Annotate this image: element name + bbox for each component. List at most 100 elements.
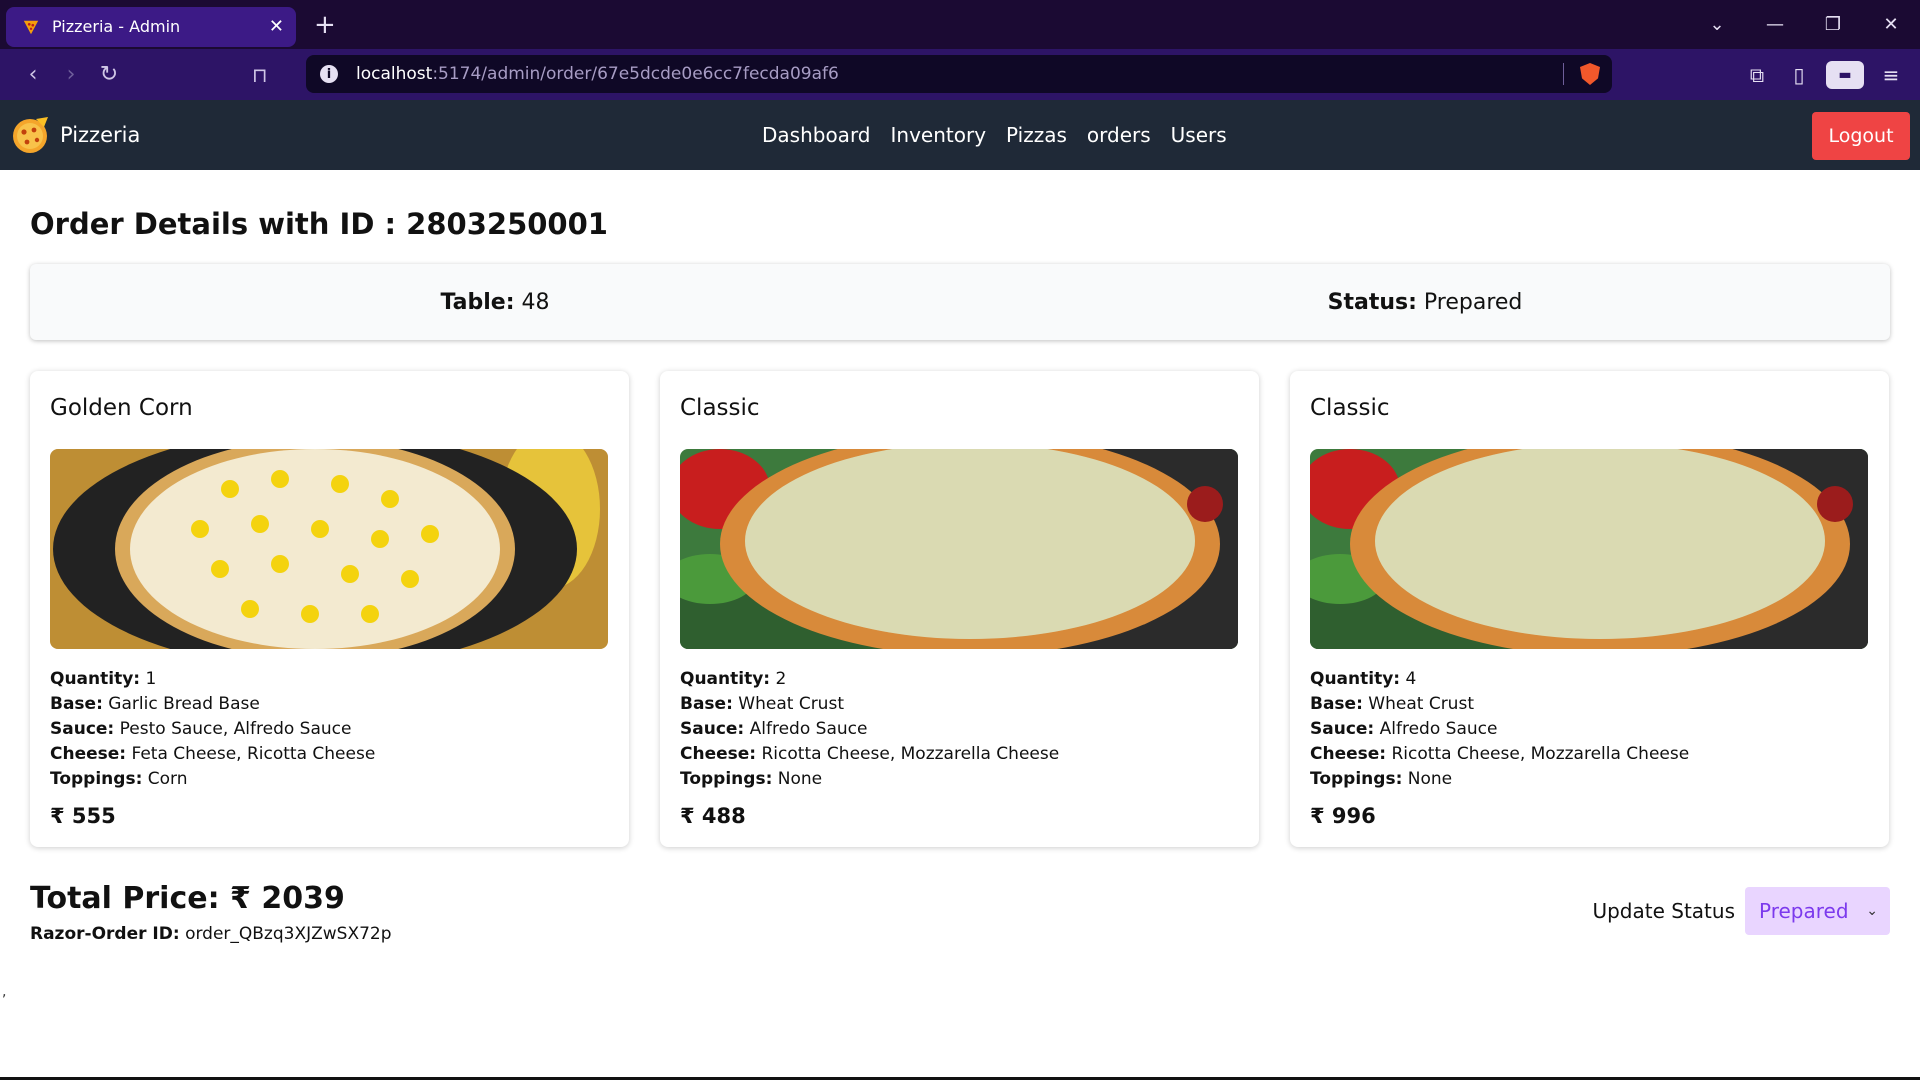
logout-button[interactable]: Logout [1812,112,1910,160]
toolbar-right: ⧉ ▯ ▬ ≡ [1742,49,1906,100]
status-value: Prepared [1423,289,1523,315]
new-tab-icon[interactable]: + [314,12,336,38]
table-info: Table: 48 [30,290,960,315]
address-bar[interactable]: i localhost:5174/admin/order/67e5dcde0e6… [306,55,1612,93]
sauce-row: Sauce: Pesto Sauce, Alfredo Sauce [50,717,609,742]
main-content: Order Details with ID : 2803250001 Table… [0,204,1920,1001]
quantity-value: 2 [775,669,787,689]
base-row: Base: Wheat Crust [1310,692,1869,717]
forward-icon[interactable]: › [52,62,90,87]
pizza-logo-icon [13,117,48,153]
status-selected-value: Prepared [1759,899,1849,923]
quantity-row: Quantity: 4 [1310,667,1869,692]
cheese-row: Cheese: Feta Cheese, Ricotta Cheese [50,742,609,767]
update-status-label: Update Status [1592,899,1735,923]
cheese-label: Cheese: [50,744,127,764]
tab-search-icon[interactable]: ⌄ [1688,14,1746,35]
url-host: localhost [356,64,433,84]
quantity-row: Quantity: 1 [50,667,609,692]
site-info-icon[interactable]: i [320,65,338,83]
tab-title: Pizzeria - Admin [52,17,181,36]
bookmark-icon[interactable]: ⊓ [252,63,282,87]
pizza-name: Classic [1310,395,1390,421]
toppings-row: Toppings: None [680,767,1239,792]
update-status: Update Status Prepared ⌄ [1592,887,1890,935]
menu-icon[interactable]: ≡ [1876,63,1906,87]
nav-link-inventory[interactable]: Inventory [891,123,987,147]
status-select[interactable]: Prepared ⌄ [1745,887,1890,935]
extensions-icon[interactable]: ⧉ [1742,63,1772,87]
item-price: ₹ 996 [1310,804,1376,828]
pizza-favicon-icon [23,20,39,34]
pizza-card: Classic Quantity: 2 Base: Wheat Crust Sa… [660,371,1259,847]
base-row: Base: Wheat Crust [680,692,1239,717]
order-summary: Table: 48 Status: Prepared [30,264,1890,340]
sauce-value: Alfredo Sauce [1379,719,1498,739]
pizza-card: Golden Corn Quantity: 1 Base: Garlic Bre… [30,371,629,847]
toppings-label: Toppings: [50,769,143,789]
url-path: :5174/admin/order/67e5dcde0e6cc7fecda09a… [432,64,839,84]
pizza-card: Classic Quantity: 4 Base: Wheat Crust Sa… [1290,371,1889,847]
restore-icon[interactable]: ❐ [1804,14,1862,35]
toppings-value: None [777,769,823,789]
cheese-label: Cheese: [1310,744,1387,764]
razor-value: order_QBzq3XJZwSX72p [185,924,392,944]
cheese-value: Ricotta Cheese, Mozzarella Cheese [761,744,1060,764]
base-value: Wheat Crust [1368,694,1474,714]
pizza-name: Golden Corn [50,395,193,421]
nav-links: Dashboard Inventory Pizzas orders Users [762,100,1227,170]
quantity-label: Quantity: [50,669,141,689]
divider [1563,63,1564,85]
brave-shield-icon[interactable] [1580,63,1600,85]
minimize-icon[interactable]: — [1746,14,1804,35]
browser-tab-bar: Pizzeria - Admin ✕ + ⌄ — ❐ ✕ [0,0,1920,49]
cheese-value: Feta Cheese, Ricotta Cheese [131,744,376,764]
stray-mark: , [2,984,7,1000]
base-label: Base: [50,694,103,714]
sauce-label: Sauce: [1310,719,1375,739]
item-price: ₹ 555 [50,804,116,828]
pizza-image [50,449,608,649]
pizza-details: Quantity: 4 Base: Wheat Crust Sauce: Alf… [1310,667,1869,792]
base-row: Base: Garlic Bread Base [50,692,609,717]
pizza-name: Classic [680,395,760,421]
sauce-row: Sauce: Alfredo Sauce [680,717,1239,742]
cheese-value: Ricotta Cheese, Mozzarella Cheese [1391,744,1690,764]
toppings-row: Toppings: None [1310,767,1869,792]
toppings-label: Toppings: [680,769,773,789]
chevron-down-icon: ⌄ [1866,903,1878,919]
wallet-icon[interactable]: ▬ [1826,60,1864,89]
browser-tab[interactable]: Pizzeria - Admin ✕ [6,6,296,47]
nav-link-users[interactable]: Users [1171,123,1227,147]
close-window-icon[interactable]: ✕ [1862,14,1920,35]
sauce-value: Alfredo Sauce [749,719,868,739]
table-value: 48 [521,289,550,315]
quantity-label: Quantity: [1310,669,1401,689]
nav-link-orders[interactable]: orders [1087,123,1151,147]
nav-link-dashboard[interactable]: Dashboard [762,123,871,147]
nav-link-pizzas[interactable]: Pizzas [1006,123,1067,147]
pizza-image [1310,449,1868,649]
pizza-image [680,449,1238,649]
app-navbar: Pizzeria Dashboard Inventory Pizzas orde… [0,100,1920,170]
close-tab-icon[interactable]: ✕ [269,16,284,37]
logo[interactable]: Pizzeria [10,115,140,155]
reload-icon[interactable]: ↻ [90,62,128,87]
order-items: Golden Corn Quantity: 1 Base: Garlic Bre… [30,371,1890,847]
toppings-row: Toppings: Corn [50,767,609,792]
status-info: Status: Prepared [960,290,1890,315]
pizza-details: Quantity: 1 Base: Garlic Bread Base Sauc… [50,667,609,792]
sidebar-icon[interactable]: ▯ [1784,63,1814,87]
status-label: Status: [1327,289,1417,315]
quantity-value: 4 [1405,669,1417,689]
base-value: Garlic Bread Base [108,694,260,714]
razor-label: Razor-Order ID: [30,924,180,944]
page-title: Order Details with ID : 2803250001 [30,207,608,241]
sauce-value: Pesto Sauce, Alfredo Sauce [119,719,352,739]
order-footer: Total Price: ₹ 2039 Razor-Order ID: orde… [30,881,1890,1001]
cheese-row: Cheese: Ricotta Cheese, Mozzarella Chees… [680,742,1239,767]
sauce-label: Sauce: [50,719,115,739]
pizza-details: Quantity: 2 Base: Wheat Crust Sauce: Alf… [680,667,1239,792]
back-icon[interactable]: ‹ [14,62,52,87]
toppings-value: None [1407,769,1453,789]
